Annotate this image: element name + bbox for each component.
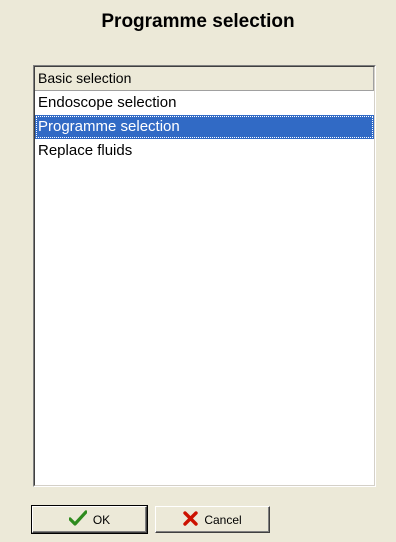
dialog-title: Programme selection xyxy=(101,11,295,32)
programme-list[interactable]: Basic selection Endoscope selection Prog… xyxy=(34,66,375,486)
list-item-endoscope-selection[interactable]: Endoscope selection xyxy=(35,91,374,115)
x-cross-icon xyxy=(183,510,199,529)
list-item-replace-fluids[interactable]: Replace fluids xyxy=(35,139,374,163)
cancel-button[interactable]: Cancel xyxy=(155,506,270,533)
list-item-programme-selection[interactable]: Programme selection xyxy=(35,115,374,139)
ok-button-label: OK xyxy=(92,512,111,527)
list-header[interactable]: Basic selection xyxy=(35,67,374,91)
checkmark-icon xyxy=(68,510,88,529)
programme-list-panel: Basic selection Endoscope selection Prog… xyxy=(33,65,376,487)
ok-button[interactable]: OK xyxy=(31,505,148,534)
cancel-button-label: Cancel xyxy=(204,512,242,527)
